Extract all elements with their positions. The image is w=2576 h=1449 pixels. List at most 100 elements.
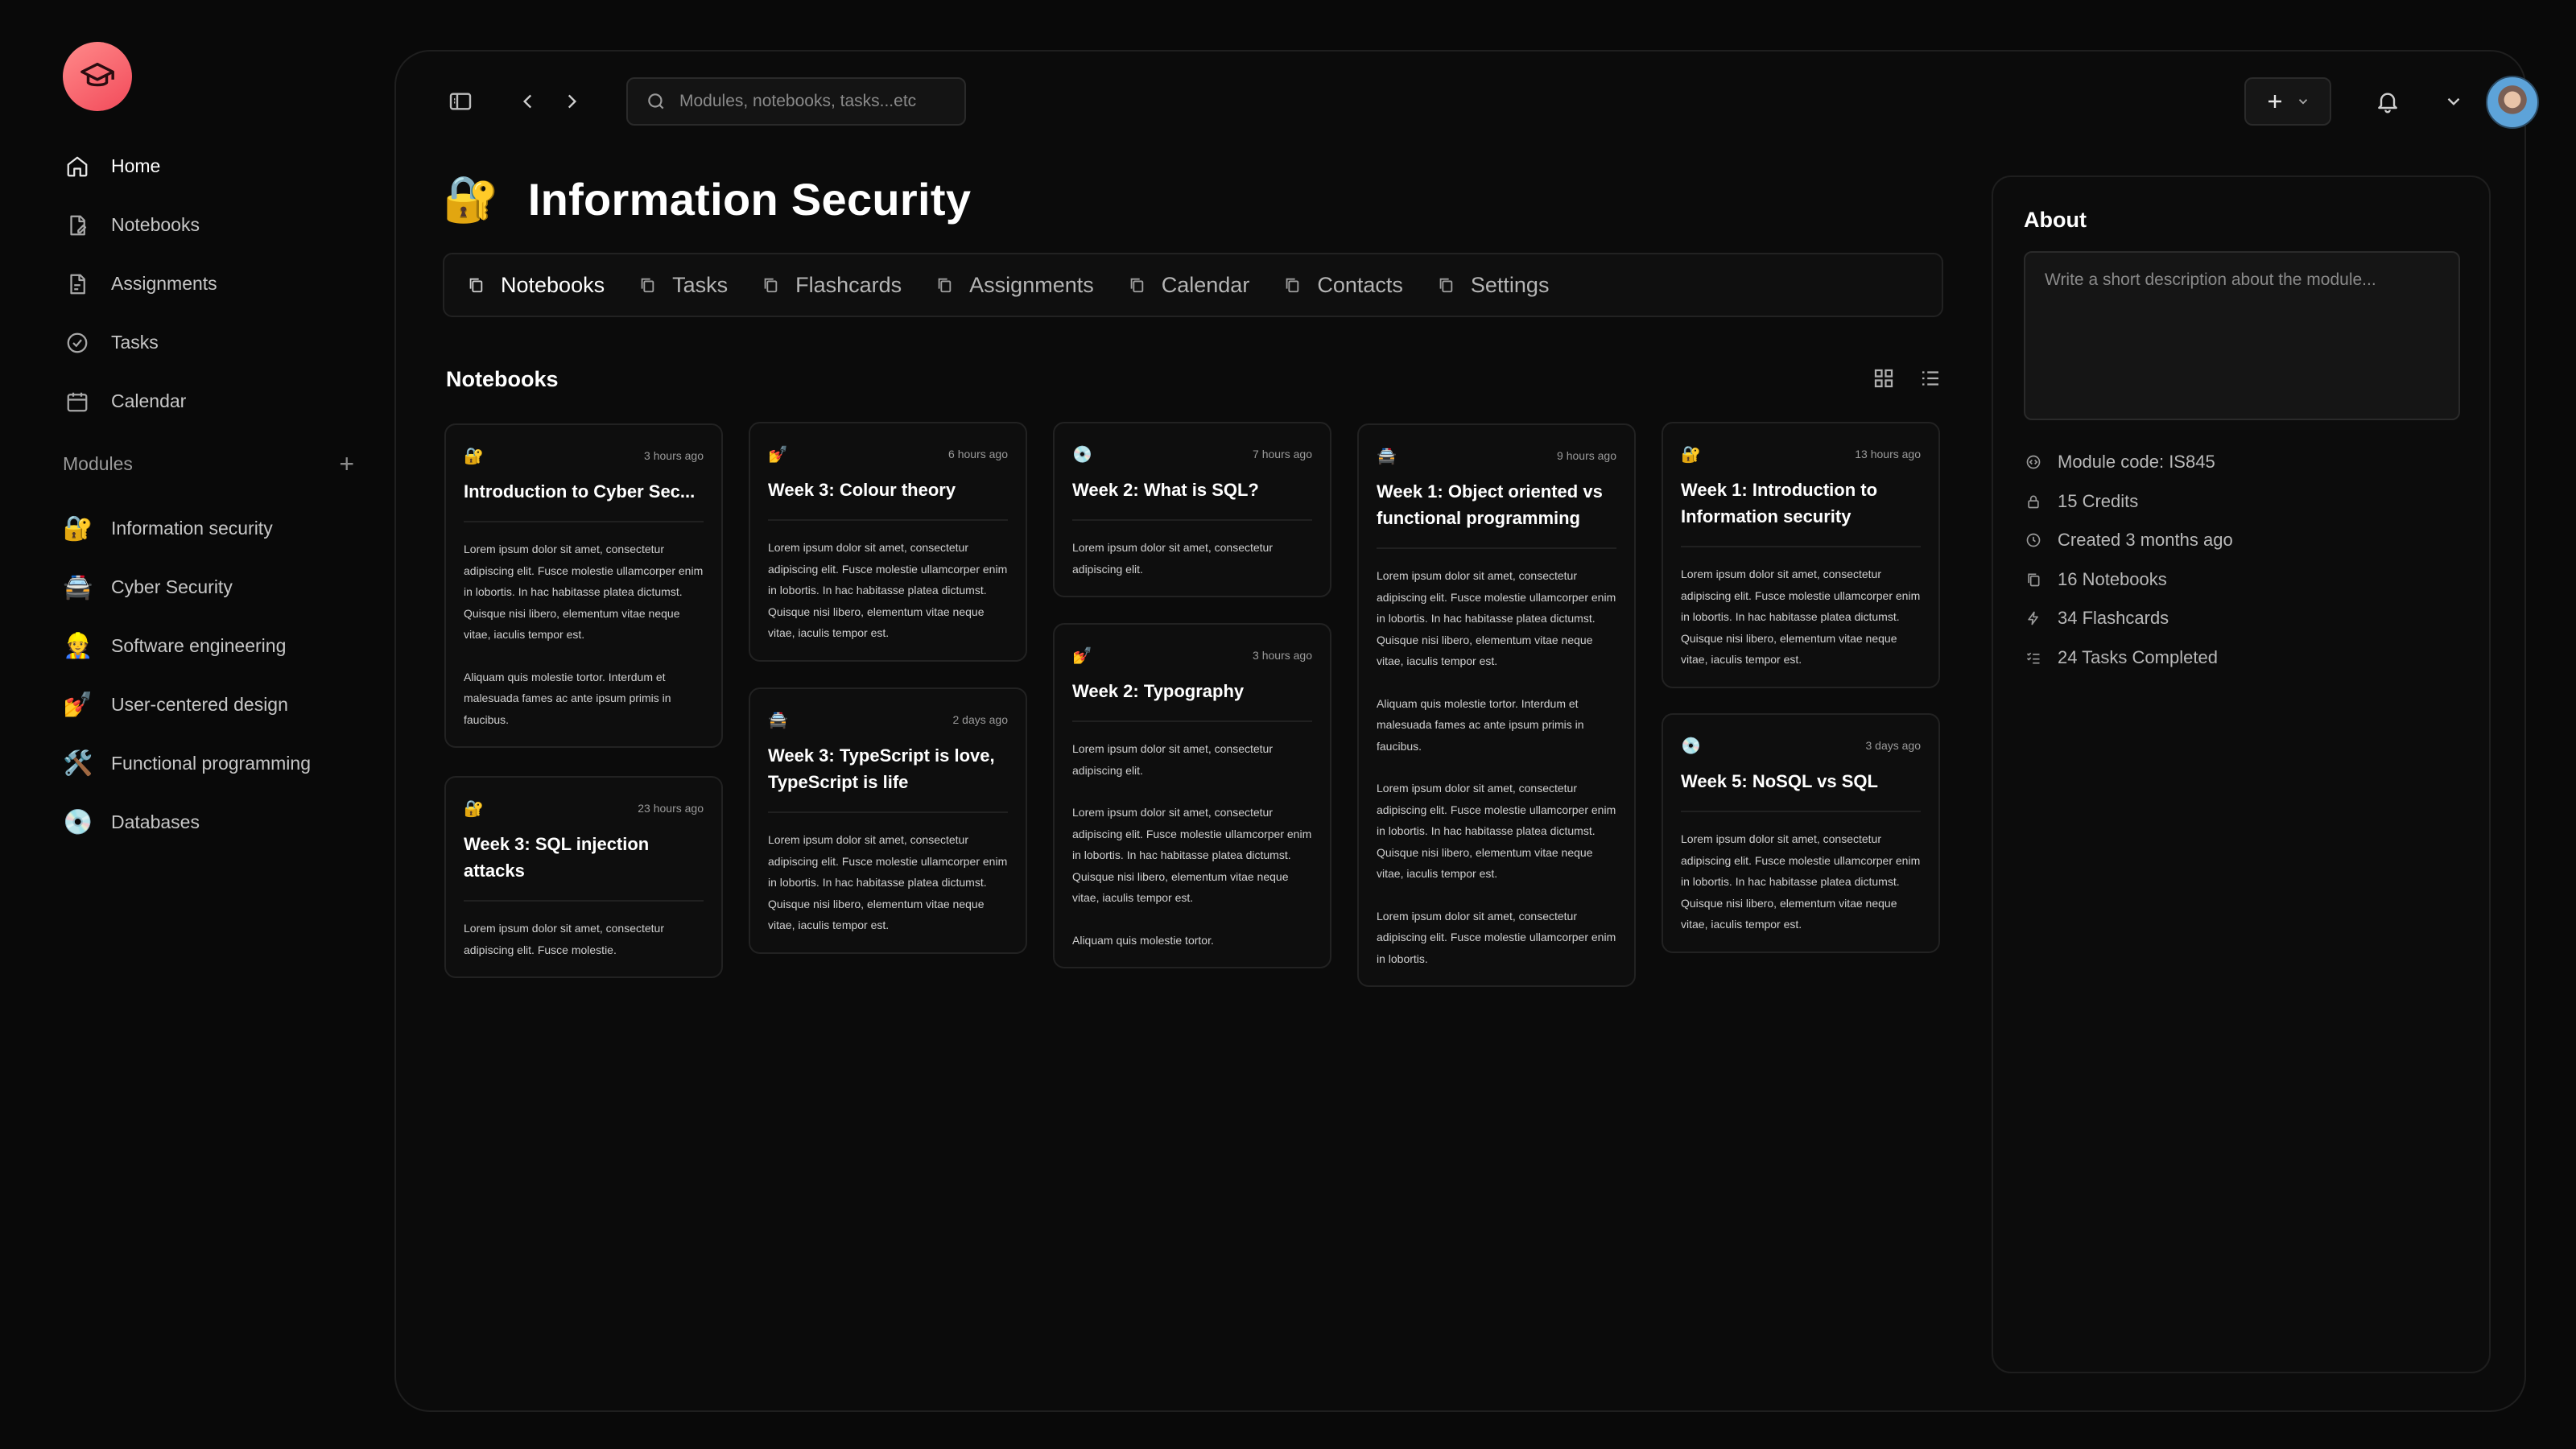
card-paragraph: Lorem ipsum dolor sit amet, consectetur … [1072,742,1273,777]
tab-tasks[interactable]: Tasks [638,273,728,298]
card-title: Week 3: SQL injection attacks [464,831,704,902]
tab-label: Contacts [1317,272,1403,297]
card-paragraph: Lorem ipsum dolor sit amet, consectetur … [1681,568,1921,666]
search-input[interactable] [679,92,945,111]
card-paragraph: Lorem ipsum dolor sit amet, consectetur … [464,922,664,956]
notebook-card[interactable]: 🔐 13 hours ago Week 1: Introduction to In… [1662,422,1940,688]
tab-contacts[interactable]: Contacts [1283,273,1403,298]
search-box[interactable] [626,77,966,126]
lock-emoji-icon: 🔐 [63,515,93,542]
card-body: Lorem ipsum dolor sit amet, consectetur … [768,537,1008,644]
card-paragraph: Lorem ipsum dolor sit amet, consectetur … [768,541,1008,639]
sidebar-item-notebooks[interactable]: Notebooks [63,196,361,254]
user-avatar[interactable] [2486,76,2539,129]
card-body: Lorem ipsum dolor sit amet, consectetur … [768,829,1008,936]
code-icon [2024,454,2043,470]
notebook-card[interactable]: 💅 3 hours ago Week 2: Typography Lorem ip… [1053,623,1331,968]
app-logo[interactable] [63,42,132,111]
card-body: Lorem ipsum dolor sit amet, consectetur … [1072,537,1312,580]
sidebar-item-calendar[interactable]: Calendar [63,372,361,431]
tab-flashcards[interactable]: Flashcards [762,273,902,298]
card-body: Lorem ipsum dolor sit amet, consectetur … [1072,738,1312,951]
graduation-cap-icon [79,58,116,95]
card-title: Week 3: Colour theory [768,477,1008,521]
copy-icon [638,275,656,295]
toggle-sidebar-button[interactable] [444,85,477,118]
tab-settings[interactable]: Settings [1437,273,1549,298]
module-item-cyber-security[interactable]: 🚔 Cyber Security [63,558,361,617]
card-title: Week 1: Object oriented vs functional pr… [1377,478,1616,549]
account-menu-toggle[interactable] [2439,87,2468,116]
card-time: 2 days ago [952,713,1009,726]
stat-notebooks: 16 Notebooks [2024,560,2233,600]
sidebar-item-home[interactable]: Home [63,137,361,196]
card-paragraph: Lorem ipsum dolor sit amet, consectetur … [1377,909,1616,965]
module-label: Databases [111,811,200,832]
notebook-card[interactable]: 🔐 3 hours ago Introduction to Cyber Sec..… [444,423,723,748]
notebook-card[interactable]: 💅 6 hours ago Week 3: Colour theory Lorem… [749,422,1027,662]
construction-worker-emoji-icon: 👷 [63,633,93,659]
tab-label: Notebooks [501,272,605,297]
home-icon [63,152,92,181]
card-time: 3 hours ago [1253,649,1312,662]
stat-label: 16 Notebooks [2058,568,2167,589]
forward-button[interactable] [555,85,588,118]
tab-assignments[interactable]: Assignments [935,273,1094,298]
tab-label: Assignments [969,272,1094,297]
disc-emoji-icon: 💿 [63,809,93,836]
module-label: User-centered design [111,694,288,715]
card-body: Lorem ipsum dolor sit amet, consectetur … [464,918,704,960]
tab-notebooks[interactable]: Notebooks [467,273,605,298]
notebook-card[interactable]: 💿 7 hours ago Week 2: What is SQL? Lorem … [1053,422,1331,597]
module-label: Information security [111,518,273,539]
notifications-button[interactable] [2370,84,2405,119]
module-item-databases[interactable]: 💿 Databases [63,793,361,852]
stat-credits: 15 Credits [2024,482,2233,522]
about-panel: About Module code: IS845 15 Credits Crea… [1992,175,2491,1373]
module-item-functional-programming[interactable]: 🛠️ Functional programming [63,734,361,793]
stat-module-code: Module code: IS845 [2024,443,2233,482]
back-button[interactable] [512,85,544,118]
modules-list: 🔐 Information security 🚔 Cyber Security … [63,499,361,852]
sidebar-item-assignments[interactable]: Assignments [63,254,361,313]
sidebar-item-label: Calendar [111,390,187,411]
card-paragraph: Aliquam quis molestie tortor. Interdum e… [1377,696,1584,753]
sidebar-toggle-icon [448,89,473,114]
card-paragraph: Lorem ipsum dolor sit amet, consectetur … [464,543,704,641]
page-header: 🔐 Information Security [443,172,971,225]
tools-emoji-icon: 🛠️ [63,750,93,777]
sidebar-item-label: Notebooks [111,214,200,235]
card-time: 6 hours ago [948,448,1008,460]
notebook-icon [63,211,92,240]
notebook-card[interactable]: 🔐 23 hours ago Week 3: SQL injection atta… [444,776,723,978]
section-title: Notebooks [446,367,559,391]
card-title: Week 2: Typography [1072,678,1312,722]
copy-icon [1283,275,1301,295]
grid-view-button[interactable] [1869,364,1898,393]
module-description-input[interactable] [2024,251,2460,420]
list-view-button[interactable] [1916,364,1945,393]
modules-header: Modules + [63,451,354,477]
assignment-icon [63,270,92,299]
add-module-icon[interactable]: + [339,451,354,477]
top-bar [444,76,2539,129]
notebook-card[interactable]: 🚔 9 hours ago Week 1: Object oriented vs … [1357,423,1636,987]
add-new-button[interactable] [2244,77,2331,126]
tab-calendar[interactable]: Calendar [1128,273,1249,298]
lock-emoji-icon: 🔐 [464,799,484,818]
module-item-software-engineering[interactable]: 👷 Software engineering [63,617,361,675]
notebook-card[interactable]: 💿 3 days ago Week 5: NoSQL vs SQL Lorem i… [1662,713,1940,953]
card-body: Lorem ipsum dolor sit amet, consectetur … [1377,565,1616,969]
copy-icon [467,275,485,295]
copy-icon [762,275,779,295]
sidebar-item-tasks[interactable]: Tasks [63,313,361,372]
about-title: About [2024,208,2087,232]
notebook-card[interactable]: 🚔 2 days ago Week 3: TypeScript is love, … [749,687,1027,954]
chevron-left-icon [518,91,539,112]
module-item-user-centered-design[interactable]: 💅 User-centered design [63,675,361,734]
module-item-information-security[interactable]: 🔐 Information security [63,499,361,558]
plus-icon [2265,92,2285,111]
search-icon [646,91,667,112]
bell-icon [2375,89,2401,114]
stat-label: 24 Tasks Completed [2058,646,2218,667]
